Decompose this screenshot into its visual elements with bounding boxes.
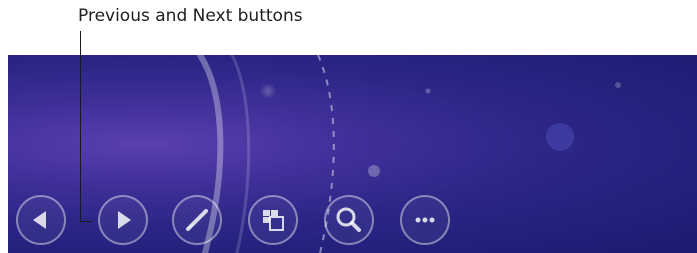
- presentation-slide-area: [8, 55, 697, 253]
- ellipsis-icon: [415, 217, 435, 223]
- pen-button[interactable]: [172, 195, 222, 245]
- triangle-right-icon: [118, 211, 131, 229]
- triangle-left-icon: [33, 211, 46, 229]
- pen-icon: [186, 209, 208, 231]
- callout-label: Previous and Next buttons: [78, 6, 303, 26]
- next-button[interactable]: [98, 195, 148, 245]
- zoom-button[interactable]: [324, 195, 374, 245]
- previous-button[interactable]: [16, 195, 66, 245]
- callout-line: [80, 31, 81, 221]
- callout-tick: [80, 221, 92, 222]
- slides-grid-icon: [263, 210, 284, 231]
- screenshot-page: Previous and Next buttons: [0, 0, 697, 253]
- more-options-button[interactable]: [400, 195, 450, 245]
- see-all-slides-button[interactable]: [248, 195, 298, 245]
- magnifier-icon: [336, 207, 361, 232]
